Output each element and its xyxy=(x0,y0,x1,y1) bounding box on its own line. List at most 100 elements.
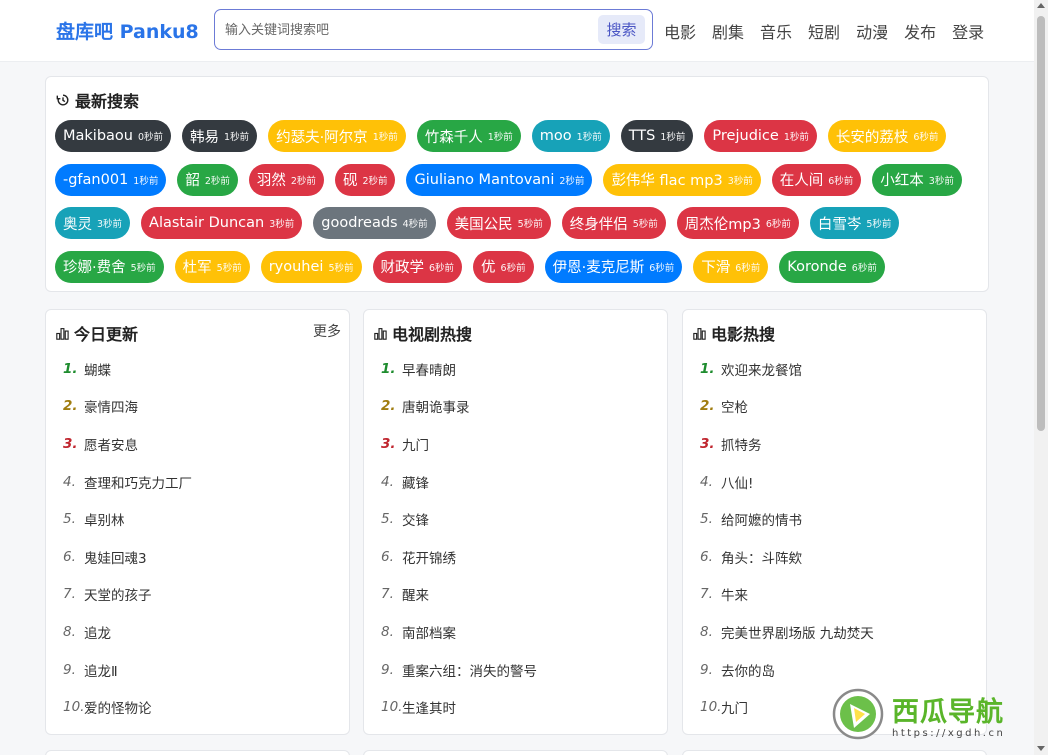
item-title-link[interactable]: 空枪 xyxy=(721,396,748,416)
list-item[interactable]: 6. 鬼娃回魂3 xyxy=(46,538,349,576)
search-tag[interactable]: 终身伴侣 5秒前 xyxy=(561,207,666,239)
search-tag[interactable]: 竹森千人 1秒前 xyxy=(416,120,521,152)
item-title-link[interactable]: 鬼娃回魂3 xyxy=(84,547,147,567)
site-logo[interactable]: 盘库吧 Panku8 xyxy=(56,17,199,44)
search-tag[interactable]: moo 1秒前 xyxy=(531,120,610,152)
search-tag[interactable]: 美国公民 5秒前 xyxy=(446,207,551,239)
item-title-link[interactable]: 重案六组：消失的警号 xyxy=(402,660,537,680)
item-title-link[interactable]: 生逢其时 xyxy=(402,697,456,717)
item-title-link[interactable]: 去你的岛 xyxy=(721,660,775,680)
list-item[interactable]: 5. 交锋 xyxy=(364,500,667,538)
list-item[interactable]: 5. 卓别林 xyxy=(46,500,349,538)
list-item[interactable]: 7. 牛来 xyxy=(683,576,986,614)
search-tag[interactable]: Prejudice 1秒前 xyxy=(704,120,817,152)
search-tag[interactable]: 在人间 6秒前 xyxy=(771,163,862,196)
search-tag[interactable]: 韶 2秒前 xyxy=(177,163,238,196)
nav-publish[interactable]: 发布 xyxy=(904,19,936,43)
search-tag[interactable]: 杜军 5秒前 xyxy=(174,250,250,283)
item-title-link[interactable]: 爱的怪物论 xyxy=(84,697,152,717)
list-item[interactable]: 7. 醒来 xyxy=(364,576,667,614)
item-title-link[interactable]: 牛来 xyxy=(721,584,748,604)
list-item[interactable]: 3. 愿者安息 xyxy=(46,425,349,463)
item-title-link[interactable]: 花开锦绣 xyxy=(402,547,456,567)
item-title-link[interactable]: 抓特务 xyxy=(721,434,762,454)
search-tag[interactable]: 伊恩·麦克尼斯 6秒前 xyxy=(544,250,683,283)
item-title-link[interactable]: 角头：斗阵欸 xyxy=(721,547,802,567)
search-tag[interactable]: 小红本 3秒前 xyxy=(872,163,962,196)
list-item[interactable]: 7. 天堂的孩子 xyxy=(46,576,349,614)
search-tag[interactable]: Giuliano Mantovani 2秒前 xyxy=(406,163,593,196)
search-tag[interactable]: -gfan001 1秒前 xyxy=(55,163,167,196)
item-title-link[interactable]: 蝴蝶 xyxy=(84,359,111,379)
list-item[interactable]: 8. 完美世界剧场版 九劫焚天 xyxy=(683,613,986,651)
list-item[interactable]: 8. 追龙 xyxy=(46,613,349,651)
search-tag[interactable]: 周杰伦mp3 6秒前 xyxy=(676,207,799,239)
list-item[interactable]: 6. 角头：斗阵欸 xyxy=(683,538,986,576)
item-title-link[interactable]: 给阿嬷的情书 xyxy=(721,509,802,529)
list-item[interactable]: 2. 唐朝诡事录 xyxy=(364,388,667,426)
item-title-link[interactable]: 卓别林 xyxy=(84,509,125,529)
item-title-link[interactable]: 九门 xyxy=(402,434,429,454)
search-tag[interactable]: 长安的荔枝 6秒前 xyxy=(827,120,947,152)
list-item[interactable]: 10. 生逢其时 xyxy=(364,688,667,726)
search-tag[interactable]: 优 6秒前 xyxy=(473,250,534,283)
list-item[interactable]: 8. 南部档案 xyxy=(364,613,667,651)
list-item[interactable]: 9. 追龙Ⅱ xyxy=(46,651,349,689)
search-tag[interactable]: 彭伟华 flac mp3 3秒前 xyxy=(603,163,761,196)
scroll-down-icon[interactable] xyxy=(1037,746,1045,751)
item-title-link[interactable]: 天堂的孩子 xyxy=(84,584,152,604)
list-item[interactable]: 1. 蝴蝶 xyxy=(46,350,349,388)
search-tag[interactable]: 珍娜·费舍 5秒前 xyxy=(55,250,164,283)
item-title-link[interactable]: 交锋 xyxy=(402,509,429,529)
nav-anime[interactable]: 动漫 xyxy=(856,19,888,43)
list-item[interactable]: 5. 给阿嬷的情书 xyxy=(683,500,986,538)
search-tag[interactable]: 约瑟夫·阿尔京 1秒前 xyxy=(268,120,406,152)
item-title-link[interactable]: 醒来 xyxy=(402,584,429,604)
search-tag[interactable]: TTS 1秒前 xyxy=(620,120,694,152)
list-item[interactable]: 2. 空枪 xyxy=(683,388,986,426)
search-tag[interactable]: goodreads 4秒前 xyxy=(313,207,436,239)
search-tag[interactable]: Alastair Duncan 3秒前 xyxy=(141,207,303,239)
item-title-link[interactable]: 唐朝诡事录 xyxy=(402,396,470,416)
search-tag[interactable]: 韩易 1秒前 xyxy=(182,120,258,152)
list-item[interactable]: 4. 八仙! xyxy=(683,463,986,501)
item-title-link[interactable]: 追龙 xyxy=(84,622,111,642)
item-title-link[interactable]: 欢迎来龙餐馆 xyxy=(721,359,802,379)
list-item[interactable]: 1. 早春晴朗 xyxy=(364,350,667,388)
scroll-up-icon[interactable] xyxy=(1037,3,1045,8)
item-title-link[interactable]: 早春晴朗 xyxy=(402,359,456,379)
list-item[interactable]: 6. 花开锦绣 xyxy=(364,538,667,576)
list-item[interactable]: 9. 重案六组：消失的警号 xyxy=(364,651,667,689)
item-title-link[interactable]: 九门 xyxy=(721,697,748,717)
list-item[interactable]: 9. 去你的岛 xyxy=(683,651,986,689)
nav-series[interactable]: 剧集 xyxy=(712,19,744,43)
search-tag[interactable]: Koronde 6秒前 xyxy=(779,250,885,283)
search-tag[interactable]: 白雪岑 5秒前 xyxy=(809,207,900,239)
search-button[interactable]: 搜索 xyxy=(598,15,645,44)
list-item[interactable]: 2. 豪情四海 xyxy=(46,388,349,426)
search-input[interactable] xyxy=(225,18,595,42)
item-title-link[interactable]: 豪情四海 xyxy=(84,396,138,416)
item-title-link[interactable]: 查理和巧克力工厂 xyxy=(84,472,192,492)
search-tag[interactable]: Makibaou 0秒前 xyxy=(55,120,172,152)
list-item[interactable]: 10. 爱的怪物论 xyxy=(46,688,349,726)
scroll-thumb[interactable] xyxy=(1037,16,1045,431)
list-item[interactable]: 3. 九门 xyxy=(364,425,667,463)
item-title-link[interactable]: 八仙! xyxy=(721,472,753,492)
search-tag[interactable]: 财政学 6秒前 xyxy=(372,250,463,283)
more-link[interactable]: 更多 xyxy=(313,321,341,341)
item-title-link[interactable]: 愿者安息 xyxy=(84,434,138,454)
search-tag[interactable]: 砚 2秒前 xyxy=(334,163,396,196)
page-scrollbar[interactable] xyxy=(1034,0,1048,755)
list-item[interactable]: 3. 抓特务 xyxy=(683,425,986,463)
search-tag[interactable]: ryouhei 5秒前 xyxy=(260,250,362,283)
search-tag[interactable]: 羽然 2秒前 xyxy=(248,163,324,196)
search-tag[interactable]: 下滑 6秒前 xyxy=(693,250,769,283)
nav-short-drama[interactable]: 短剧 xyxy=(808,19,840,43)
nav-music[interactable]: 音乐 xyxy=(760,19,792,43)
item-title-link[interactable]: 南部档案 xyxy=(402,622,456,642)
list-item[interactable]: 1. 欢迎来龙餐馆 xyxy=(683,350,986,388)
list-item[interactable]: 4. 查理和巧克力工厂 xyxy=(46,463,349,501)
search-tag[interactable]: 奥灵 3秒前 xyxy=(55,207,131,239)
list-item[interactable]: 4. 藏锋 xyxy=(364,463,667,501)
